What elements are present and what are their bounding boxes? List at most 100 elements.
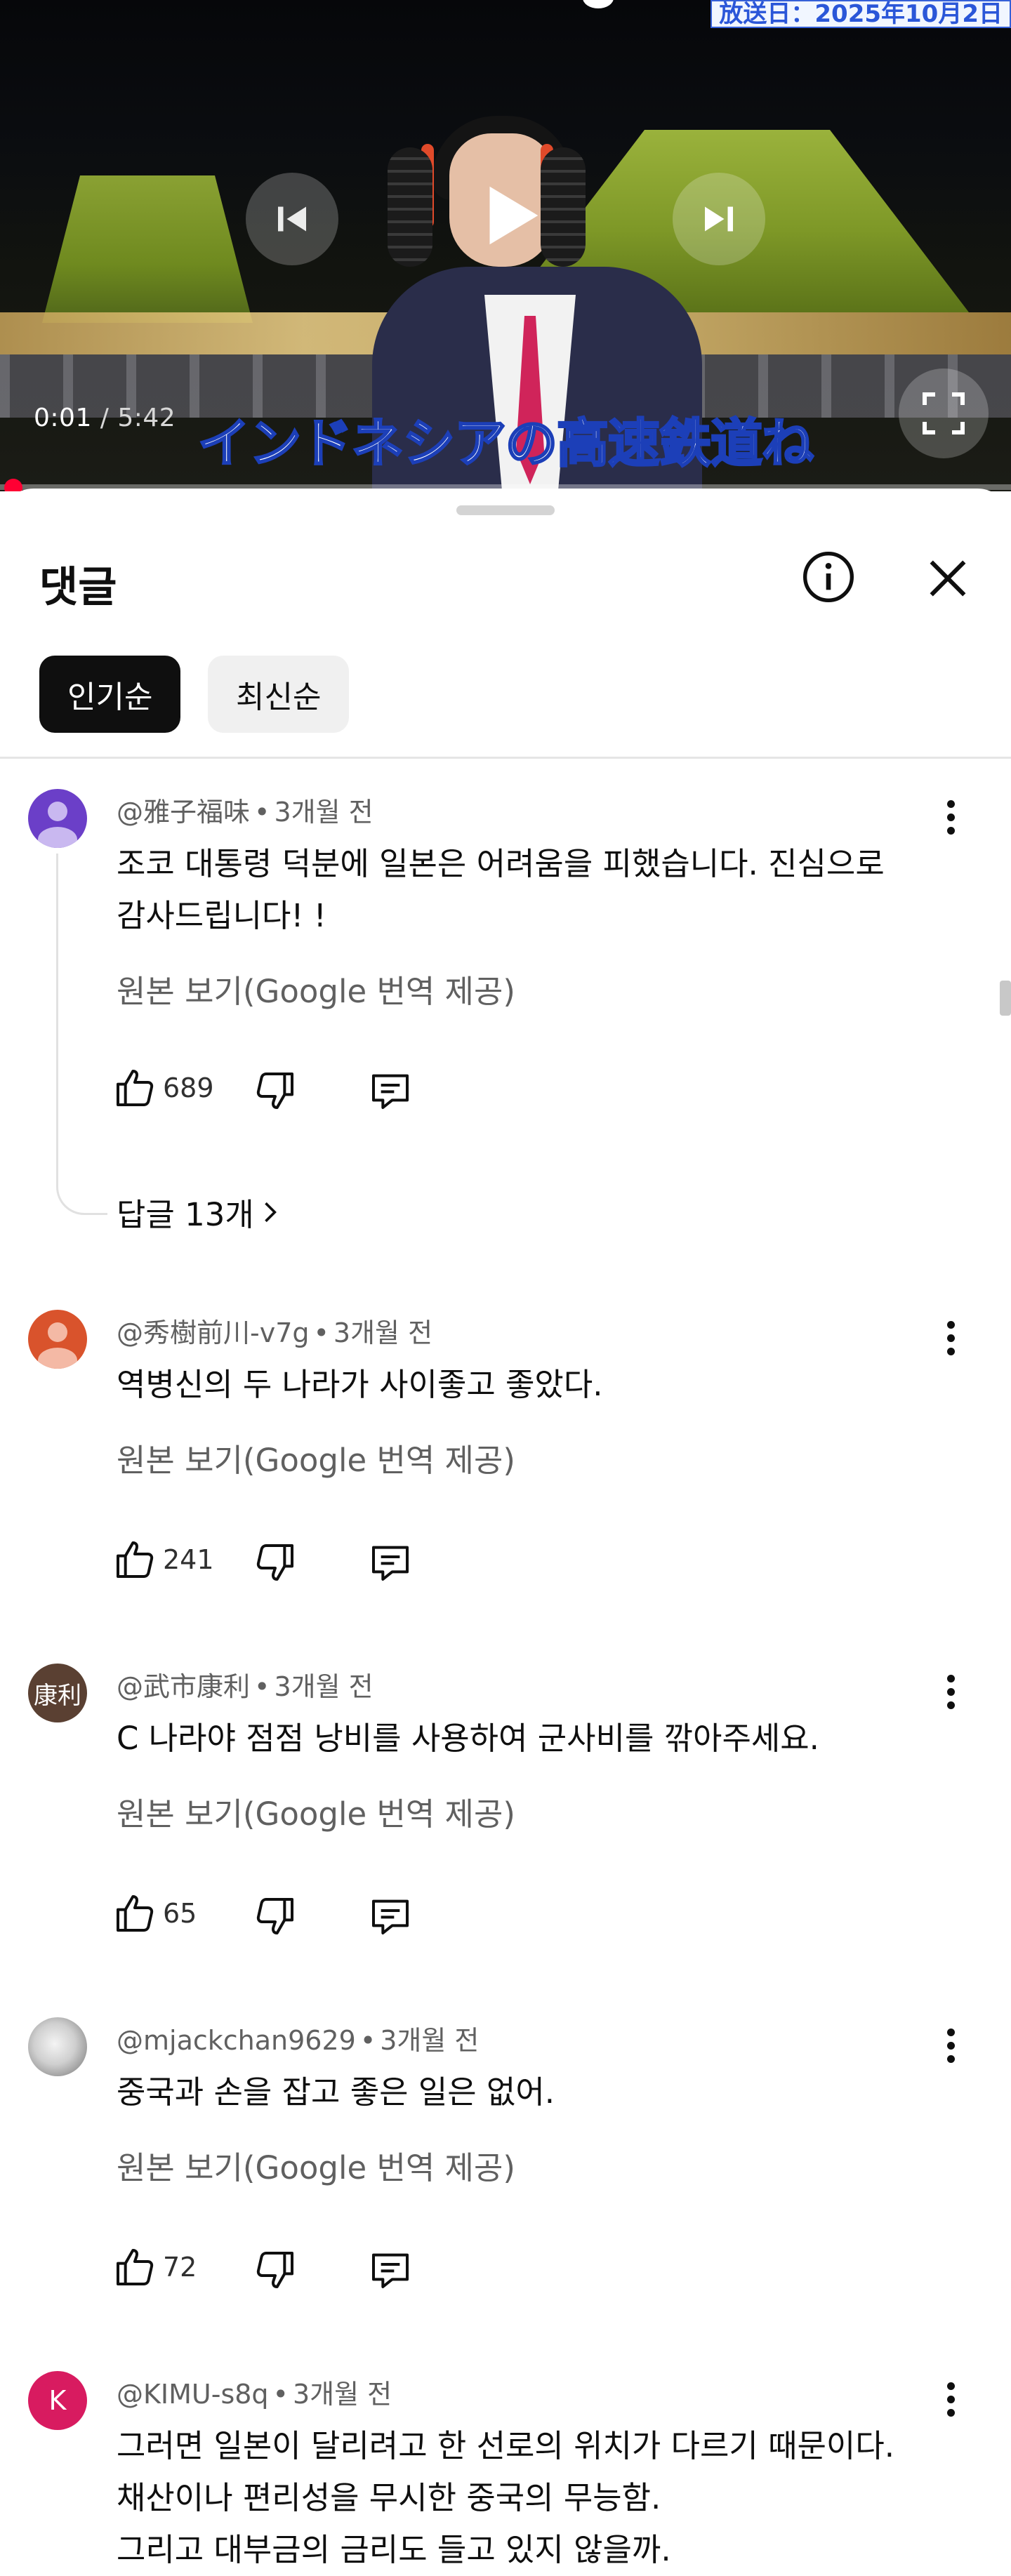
play-button[interactable]	[449, 156, 569, 275]
avatar[interactable]	[28, 1310, 87, 1369]
thumbs-up-icon	[117, 2249, 154, 2285]
see-original-link[interactable]: 원본 보기(Google 번역 제공)	[117, 966, 515, 1011]
comment-menu-button[interactable]	[937, 2017, 965, 2073]
dislike-button[interactable]	[253, 2248, 298, 2295]
meta-separator: •	[254, 797, 270, 828]
comment-menu-button[interactable]	[937, 1664, 965, 1720]
progress-scrubber[interactable]	[4, 479, 22, 491]
sort-chip-top[interactable]: 인기순	[39, 656, 181, 733]
thumbs-up-icon	[117, 1541, 154, 1578]
more-vert-icon	[946, 1687, 955, 1696]
comment-author[interactable]: @武市康利	[117, 1671, 250, 1702]
thumbs-down-icon	[256, 2252, 293, 2288]
video-scenery	[42, 175, 253, 323]
like-button[interactable]: 65	[112, 1891, 197, 1936]
close-button[interactable]	[920, 550, 976, 606]
next-button[interactable]	[673, 173, 765, 265]
like-button[interactable]: 241	[112, 1537, 214, 1582]
drag-handle[interactable]	[456, 505, 555, 515]
more-vert-icon	[946, 1701, 955, 1709]
more-vert-icon	[946, 2054, 955, 2063]
comment-text: 중국과 손을 잡고 좋은 일은 없어.	[117, 2066, 924, 2118]
comment-text-line: 채산이나 편리성을 무시한 중국의 무능함.	[117, 2479, 661, 2516]
see-original-link[interactable]: 원본 보기(Google 번역 제공)	[117, 1435, 515, 1480]
avatar[interactable]	[28, 2017, 87, 2076]
comment-menu-button[interactable]	[937, 2371, 965, 2427]
comment-author[interactable]: @秀樹前川-v7g	[117, 1317, 310, 1348]
comment-text: 그러면 일본이 달리려고 한 선로의 위치가 다르기 때문이다. 채산이나 편리…	[117, 2420, 924, 2576]
more-vert-icon	[946, 799, 955, 808]
meta-separator: •	[313, 1317, 329, 1348]
more-vert-icon	[946, 826, 955, 835]
like-button[interactable]: 689	[112, 1065, 214, 1110]
info-button[interactable]	[800, 549, 857, 605]
comment-meta: @秀樹前川-v7g • 3개월 전	[117, 1311, 432, 1350]
thumbs-up-icon	[117, 1070, 154, 1106]
comment-actions: 689	[112, 1065, 534, 1122]
comment-meta: @武市康利 • 3개월 전	[117, 1665, 374, 1704]
see-original-link[interactable]: 원본 보기(Google 번역 제공)	[117, 1788, 515, 1834]
comment-author[interactable]: @雅子福味	[117, 797, 250, 828]
comment-text-line: 그러면 일본이 달리려고 한 선로의 위치가 다르기 때문이다.	[117, 2427, 895, 2464]
fullscreen-icon	[923, 392, 965, 434]
comment-author[interactable]: @mjackchan9629	[117, 2025, 356, 2056]
video-presenter	[388, 147, 432, 267]
like-count: 72	[163, 2252, 197, 2283]
see-original-link[interactable]: 원본 보기(Google 번역 제공)	[117, 2142, 515, 2188]
reply-comment-icon	[372, 2253, 409, 2288]
fullscreen-button[interactable]	[899, 369, 989, 458]
scrollbar-thumb[interactable]	[1000, 981, 1011, 1016]
comment-time: 3개월 전	[274, 797, 374, 828]
chevron-right-icon	[264, 1202, 277, 1222]
more-vert-icon	[946, 2395, 955, 2403]
thumbs-down-icon	[256, 1073, 293, 1109]
sheet-title: 댓글	[39, 563, 117, 612]
meta-separator: •	[272, 2379, 289, 2410]
comment-menu-button[interactable]	[937, 789, 965, 845]
video-player[interactable]: 放送日：2025年10月2日 0:01 / 5:42 インドネシアの高速鉄道ね	[0, 0, 1011, 491]
dislike-button[interactable]	[253, 1894, 298, 1941]
more-vert-icon	[946, 1347, 955, 1355]
default-avatar-icon	[38, 1322, 77, 1369]
more-vert-icon	[946, 2408, 955, 2417]
comment-text: 조코 대통령 덕분에 일본은 어려움을 피했습니다. 진심으로 감사드립니다! …	[117, 838, 924, 942]
sort-chip-newest[interactable]: 최신순	[208, 656, 350, 733]
like-count: 65	[163, 1898, 197, 1929]
comment-time: 3개월 전	[292, 2379, 392, 2410]
like-count: 241	[163, 1544, 214, 1575]
like-count: 689	[163, 1073, 214, 1103]
comment-text-line: 역병신의 두 나라가 사이좋고 좋았다.	[117, 1366, 603, 1403]
reply-button[interactable]	[368, 1540, 413, 1588]
previous-button[interactable]	[246, 173, 338, 265]
info-icon	[803, 552, 854, 602]
close-icon	[930, 560, 966, 597]
avatar[interactable]: K	[28, 2371, 87, 2430]
comment-author[interactable]: @KIMU-s8q	[117, 2379, 269, 2410]
dislike-button[interactable]	[253, 1068, 298, 1116]
like-button[interactable]: 72	[112, 2245, 197, 2290]
skip-next-icon	[705, 206, 733, 232]
broadcast-date-label: 放送日：2025年10月2日	[711, 0, 1011, 28]
comment-text-line: 조코 대통령 덕분에 일본은 어려움을 피했습니다. 진심으로	[117, 845, 885, 882]
reply-button[interactable]	[368, 1894, 413, 1941]
default-avatar-icon	[38, 802, 77, 848]
more-vert-icon	[946, 2041, 955, 2050]
avatar[interactable]: 康利	[28, 1664, 87, 1722]
replies-count-label: 답글 13개	[117, 1196, 254, 1233]
meta-separator: •	[359, 2025, 376, 2056]
reply-comment-icon	[372, 1074, 409, 1109]
comment-text: C 나라야 점점 낭비를 사용하여 군사비를 깎아주세요.	[117, 1713, 924, 1765]
more-vert-icon	[946, 813, 955, 821]
comment-actions: 65	[112, 1891, 534, 1947]
comment-text-line: 감사드립니다! !	[117, 897, 326, 934]
comment-time: 3개월 전	[380, 2025, 480, 2056]
comment-text-line: 중국과 손을 잡고 좋은 일은 없어.	[117, 2073, 555, 2111]
replies-toggle[interactable]: 답글 13개	[117, 1189, 285, 1235]
comment-menu-button[interactable]	[937, 1310, 965, 1366]
reply-button[interactable]	[368, 1068, 413, 1116]
avatar-initials: K	[48, 2385, 67, 2416]
avatar[interactable]	[28, 789, 87, 848]
dislike-button[interactable]	[253, 1540, 298, 1588]
comment-text-line: C 나라야 점점 낭비를 사용하여 군사비를 깎아주세요.	[117, 1720, 819, 1757]
reply-button[interactable]	[368, 2248, 413, 2295]
